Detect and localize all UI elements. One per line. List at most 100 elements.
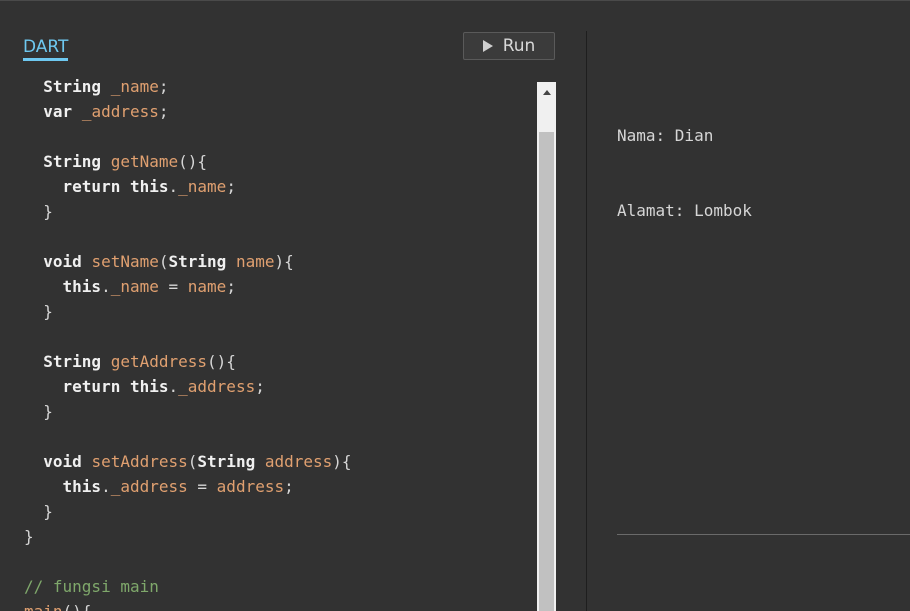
code-token: main (24, 602, 63, 611)
chevron-up-icon (542, 89, 551, 95)
code-token: = (187, 477, 217, 496)
code-token: } (24, 502, 53, 521)
editor-scrollbar[interactable] (537, 82, 556, 611)
code-line: } (24, 499, 53, 524)
output-line: Nama: Dian (617, 126, 714, 145)
code-token: (){ (207, 352, 236, 371)
panel-divider[interactable] (586, 31, 587, 611)
code-token: ){ (332, 452, 352, 471)
code-token: this (62, 277, 102, 296)
code-token: (){ (178, 152, 208, 171)
code-token: _name (178, 177, 227, 196)
scroll-thumb[interactable] (539, 132, 554, 611)
code-line: var _address; (24, 99, 169, 124)
run-button-label: Run (502, 36, 536, 56)
code-token: _address (178, 377, 256, 396)
code-token: setName (91, 252, 159, 271)
code-token: ; (284, 477, 294, 496)
code-line: String _name; (24, 74, 169, 99)
code-token: String (43, 352, 102, 371)
code-token: String (43, 77, 102, 96)
scroll-up-button[interactable] (537, 82, 556, 102)
code-token: name (187, 277, 227, 296)
code-line: void setAddress(String address){ (24, 449, 352, 474)
code-token: . (101, 277, 111, 296)
code-line: return this._name; (24, 174, 236, 199)
code-token: var (43, 102, 73, 121)
run-button[interactable]: Run (463, 32, 555, 60)
code-line: } (24, 299, 53, 324)
code-editor[interactable]: String _name; var _address; String getNa… (0, 72, 536, 611)
code-token: . (101, 477, 111, 496)
code-line: } (24, 199, 53, 224)
code-token: ){ (274, 252, 294, 271)
code-token: } (24, 527, 34, 546)
code-token: (){ (63, 602, 92, 611)
code-token: ; (158, 102, 169, 121)
code-token: = (158, 277, 188, 296)
tab-dart[interactable]: DART (23, 37, 69, 61)
code-token: name (235, 252, 275, 271)
play-icon (482, 40, 493, 52)
code-token: ; (226, 277, 236, 296)
code-token: return (62, 177, 121, 196)
code-token: void (43, 252, 82, 271)
code-line: } (24, 524, 34, 549)
code-token: return (62, 377, 121, 396)
code-token: this (129, 377, 169, 396)
code-token: . (168, 177, 179, 196)
code-token: ; (226, 177, 236, 196)
code-token: . (168, 377, 179, 396)
code-token: _name (110, 77, 159, 96)
code-line: String getName(){ (24, 149, 207, 174)
code-token: _address (81, 102, 159, 121)
code-line: } (24, 399, 53, 424)
code-token: _address (110, 477, 188, 496)
code-token: ; (255, 377, 265, 396)
console-output: Nama: Dian Alamat: Lombok (617, 73, 752, 273)
code-token: } (24, 402, 53, 421)
output-line: Alamat: Lombok (617, 201, 752, 220)
code-token: String (197, 452, 256, 471)
code-line: this._address = address; (24, 474, 294, 499)
code-token: this (62, 477, 102, 496)
code-token: // fungsi main (24, 577, 159, 596)
code-line: String getAddress(){ (24, 349, 236, 374)
code-token: address (264, 452, 333, 471)
code-token: } (24, 302, 53, 321)
code-token: address (216, 477, 285, 496)
code-line: // fungsi main (24, 574, 159, 599)
code-line: main(){ (24, 599, 91, 611)
code-token: this (129, 177, 169, 196)
code-token: ; (158, 77, 169, 96)
code-token: setAddress (91, 452, 188, 471)
code-token: getName (110, 152, 179, 171)
dartpad-window: DART Run String _name; var _address; Str… (0, 0, 910, 611)
code-token: } (24, 202, 53, 221)
code-line: void setName(String name){ (24, 249, 294, 274)
code-token: String (168, 252, 227, 271)
code-token: String (43, 152, 102, 171)
output-divider (617, 534, 910, 535)
code-line: this._name = name; (24, 274, 236, 299)
code-token: void (43, 452, 82, 471)
